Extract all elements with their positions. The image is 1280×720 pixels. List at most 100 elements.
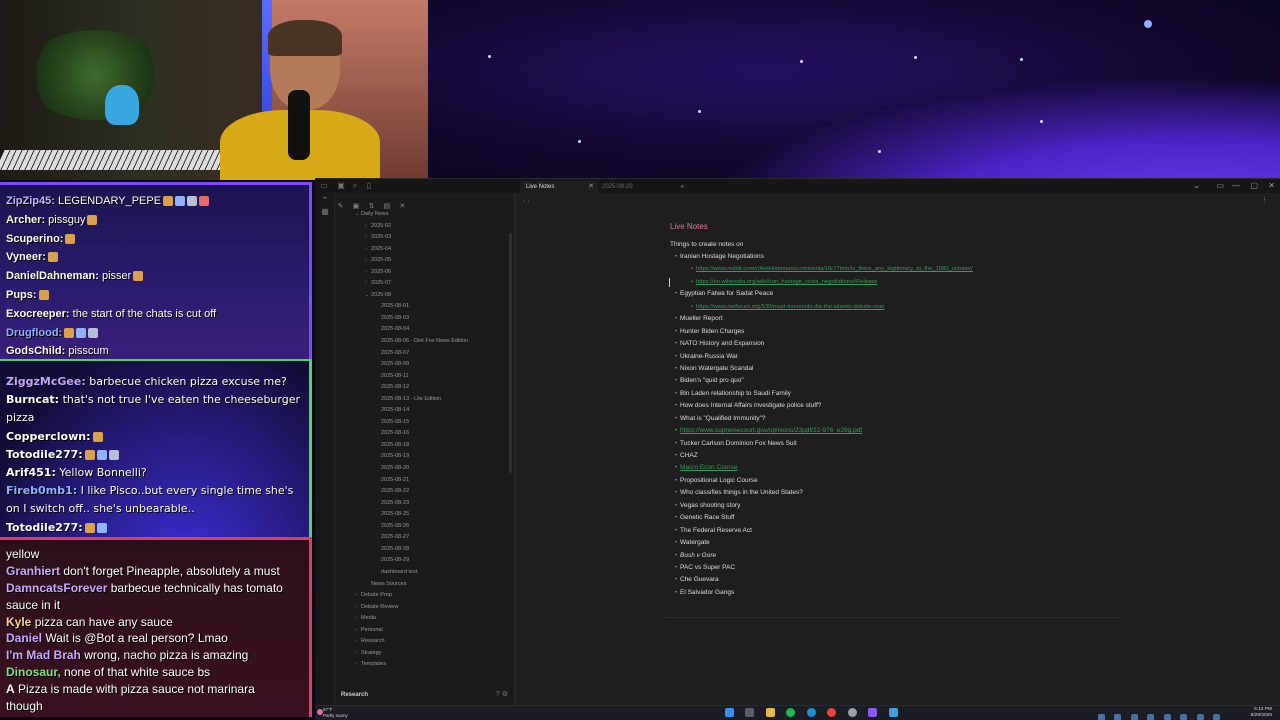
folder-item[interactable]: News Sources bbox=[335, 579, 515, 591]
note-link-item[interactable]: https://www.reddit.com/r/AskHistorians/c… bbox=[670, 263, 1130, 276]
edge-icon[interactable] bbox=[806, 708, 816, 717]
close-window-icon[interactable]: ✕ bbox=[1268, 181, 1275, 190]
file-item[interactable]: 2025-08-29 bbox=[335, 555, 515, 567]
file-item[interactable]: 2025-08-09 bbox=[335, 359, 515, 371]
note-list-item[interactable]: The Federal Reserve Act bbox=[670, 525, 1130, 538]
file-item[interactable]: 2025-08-21 bbox=[335, 475, 515, 487]
note-link-item[interactable]: Macro Econ Course bbox=[670, 462, 1130, 475]
note-list-item[interactable]: Propositional Logic Course bbox=[670, 475, 1130, 488]
note-list-item[interactable]: Hunter Biden Charges bbox=[670, 326, 1130, 339]
file-item[interactable]: 2025-08-07 bbox=[335, 348, 515, 360]
note-list-item[interactable]: CHAZ bbox=[670, 450, 1130, 463]
folder-item[interactable]: › Personal bbox=[335, 625, 515, 637]
note-list-item[interactable]: Bin Laden relationship to Saudi Family bbox=[670, 388, 1130, 401]
task-view-icon[interactable] bbox=[745, 708, 755, 717]
note-link[interactable]: Macro Econ Course bbox=[680, 464, 737, 471]
file-item[interactable]: 2025-08-12 bbox=[335, 382, 515, 394]
file-item[interactable]: 2025-08-16 bbox=[335, 428, 515, 440]
note-link[interactable]: https://www.supremecourt.gov/opinions/23… bbox=[680, 427, 862, 434]
folder-icon[interactable]: ▣ bbox=[337, 182, 345, 190]
note-list-item[interactable]: El Salvador Gangs bbox=[670, 587, 1130, 600]
windows-start-icon[interactable] bbox=[725, 708, 734, 717]
note-title[interactable]: Live Notes bbox=[670, 221, 1130, 239]
gear-icon[interactable]: ⚙ bbox=[502, 691, 508, 698]
sidebar-toggle-icon[interactable]: ▭ bbox=[320, 182, 328, 190]
folder-item[interactable]: › 2025-06 bbox=[335, 267, 515, 279]
folder-item[interactable]: › Templates bbox=[335, 659, 515, 671]
new-tab-button[interactable]: + bbox=[680, 181, 685, 193]
file-item[interactable]: 2025-08-22 bbox=[335, 486, 515, 498]
folder-item[interactable]: ⌄ 2025-08 bbox=[335, 290, 515, 302]
note-content[interactable]: Live Notes Things to create notes on Ira… bbox=[670, 221, 1130, 600]
bookmark-icon[interactable]: ▯ bbox=[365, 182, 373, 190]
file-item[interactable]: 2025-08-04 bbox=[335, 324, 515, 336]
tab-daily-note[interactable]: 2025-08-29 bbox=[602, 181, 633, 193]
note-list-item[interactable]: Egyptian Fatwa for Sadat Peace bbox=[670, 288, 1130, 301]
file-item[interactable]: 2025-08-26 bbox=[335, 521, 515, 533]
folder-item[interactable]: › 2025-04 bbox=[335, 244, 515, 256]
note-heading[interactable]: Things to create notes on bbox=[670, 239, 1130, 251]
network-icon[interactable] bbox=[1196, 714, 1204, 720]
note-list-item[interactable]: Nixon Watergate Scandal bbox=[670, 363, 1130, 376]
minimize-icon[interactable]: — bbox=[1232, 181, 1240, 190]
file-item[interactable]: 2025-08-06 - Diet Fox News Edition bbox=[335, 336, 515, 348]
app-icon[interactable] bbox=[888, 708, 898, 717]
folder-item[interactable]: › Strategy bbox=[335, 648, 515, 660]
folder-item[interactable]: › 2025-03 bbox=[335, 232, 515, 244]
note-list-item[interactable]: Who classifies things in the United Stat… bbox=[670, 487, 1130, 500]
note-link[interactable]: https://www.meforum.org/530/must-innocen… bbox=[696, 304, 884, 310]
folder-item[interactable]: ⌄ Daily News bbox=[335, 209, 515, 221]
note-list-item[interactable]: Vegas shooting story bbox=[670, 500, 1130, 513]
note-list-item[interactable]: Biden's "quid pro quo" bbox=[670, 375, 1130, 388]
note-link-item[interactable]: https://en.wikipedia.org/wiki/Iran_hosta… bbox=[670, 276, 1130, 289]
spotify-icon[interactable] bbox=[786, 708, 796, 717]
note-list-item[interactable]: NATO History and Expansion bbox=[670, 338, 1130, 351]
note-list-item[interactable]: Iranian Hostage Negotiations bbox=[670, 251, 1130, 264]
tray-app-icon[interactable] bbox=[1163, 714, 1171, 720]
tray-chevron-icon[interactable] bbox=[1097, 714, 1105, 720]
note-link[interactable]: https://en.wikipedia.org/wiki/Iran_hosta… bbox=[696, 279, 877, 285]
note-link[interactable]: https://www.reddit.com/r/AskHistorians/c… bbox=[696, 266, 973, 272]
maximize-icon[interactable]: ▢ bbox=[1250, 181, 1258, 190]
folder-item[interactable]: › 2025-02 bbox=[335, 221, 515, 233]
sidebar-scrollbar[interactable] bbox=[509, 233, 512, 473]
obs-icon[interactable] bbox=[847, 708, 857, 717]
note-link-item[interactable]: https://www.supremecourt.gov/opinions/23… bbox=[670, 425, 1130, 438]
chrome-icon[interactable] bbox=[827, 708, 837, 717]
note-list-item[interactable]: Tucker Carlson Dominion Fox News Suit bbox=[670, 438, 1130, 451]
note-list-item[interactable]: Genetic Race Stuff bbox=[670, 512, 1130, 525]
tray-app-icon[interactable] bbox=[1180, 714, 1188, 720]
folder-item[interactable]: › 2025-07 bbox=[335, 278, 515, 290]
forward-arrow-icon[interactable]: › bbox=[527, 198, 529, 205]
obsidian-icon[interactable] bbox=[868, 708, 878, 717]
note-list-item[interactable]: What is "Qualified Immunity"? bbox=[670, 413, 1130, 426]
file-explorer-icon[interactable] bbox=[765, 708, 775, 717]
volume-icon[interactable] bbox=[1213, 714, 1220, 720]
editor-pane[interactable]: ‹ › ⋮ Live Notes Things to create notes … bbox=[515, 193, 1280, 706]
file-item[interactable]: 2025-08-23 bbox=[335, 498, 515, 510]
file-item[interactable]: 2025-08-25 bbox=[335, 509, 515, 521]
close-icon[interactable]: ✕ bbox=[588, 181, 594, 193]
folder-item[interactable]: › 2025-05 bbox=[335, 255, 515, 267]
chevron-down-icon[interactable]: ⌄ bbox=[1193, 181, 1200, 190]
tray-app-icon[interactable] bbox=[1130, 714, 1138, 720]
file-item[interactable]: 2025-08-28 bbox=[335, 544, 515, 556]
note-list-item[interactable]: PAC vs Super PAC bbox=[670, 562, 1130, 575]
folder-item[interactable]: › Research bbox=[335, 636, 515, 648]
file-item[interactable]: 2025-08-13 - Lite Edition bbox=[335, 394, 515, 406]
file-item[interactable]: 2025-08-27 bbox=[335, 532, 515, 544]
search-icon[interactable]: ⌕ bbox=[351, 182, 359, 190]
help-icon[interactable]: ? bbox=[496, 691, 500, 698]
note-list-item[interactable]: Ukraine-Russia War bbox=[670, 351, 1130, 364]
file-item[interactable]: 2025-08-11 bbox=[335, 371, 515, 383]
file-item[interactable]: 2025-08-15 bbox=[335, 417, 515, 429]
note-link-item[interactable]: https://www.meforum.org/530/must-innocen… bbox=[670, 301, 1130, 314]
note-list-item[interactable]: How does Internal Affairs investigate po… bbox=[670, 400, 1130, 413]
vault-name[interactable]: Research bbox=[341, 692, 368, 698]
note-list-item[interactable]: Che Guevara bbox=[670, 574, 1130, 587]
file-item[interactable]: dashboard test bbox=[335, 567, 515, 579]
calendar-icon[interactable]: ▦ bbox=[315, 207, 335, 221]
more-options-icon[interactable]: ⋮ bbox=[1261, 196, 1268, 204]
tab-live-notes[interactable]: Live Notes ✕ bbox=[520, 181, 598, 193]
file-item[interactable]: 2025-08-19 bbox=[335, 451, 515, 463]
